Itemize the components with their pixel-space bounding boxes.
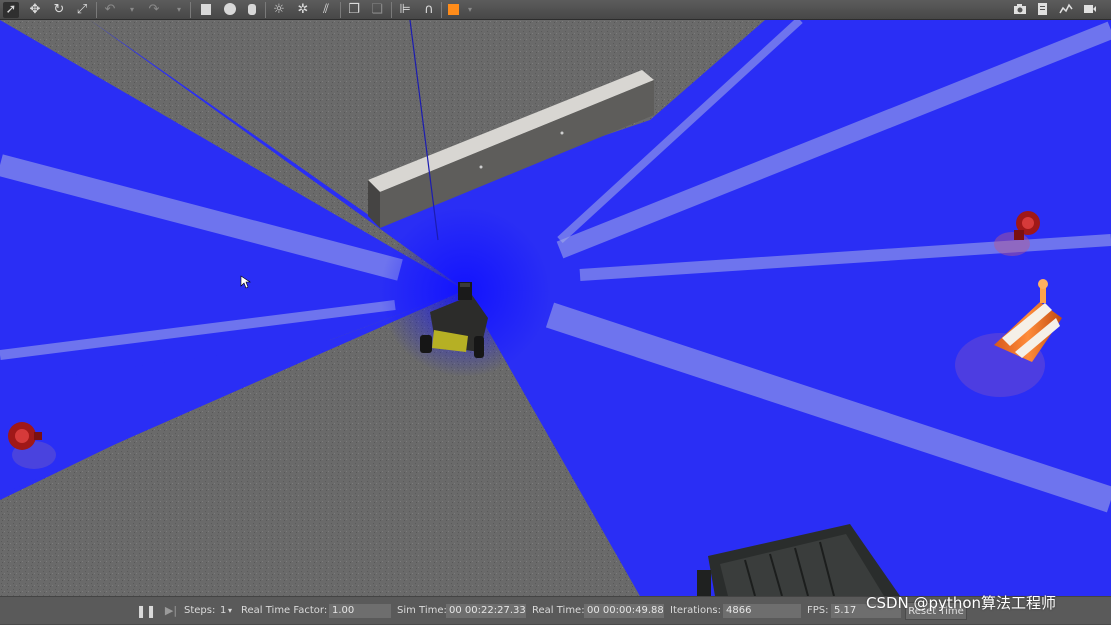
iterations-value: 4866 (723, 604, 801, 618)
snap-icon[interactable]: ∩ (421, 2, 437, 18)
translate-icon[interactable]: ✥ (27, 2, 43, 18)
record-video-icon[interactable] (1082, 2, 1098, 18)
scene-viewport[interactable] (0, 20, 1111, 596)
scale-icon[interactable]: ⤢ (74, 2, 90, 18)
box-shape-icon[interactable] (198, 2, 214, 18)
steps-dropdown-icon[interactable]: ▾ (228, 597, 232, 625)
directional-light-icon[interactable]: ⫽ (318, 2, 334, 18)
steps-value[interactable]: 1 (220, 597, 226, 625)
select-arrow-icon[interactable]: ➚ (3, 2, 19, 18)
view-angle-icon[interactable] (446, 2, 462, 18)
redo-dropdown-icon[interactable]: ▾ (171, 2, 187, 18)
spot-light-icon[interactable]: ✲ (295, 2, 311, 18)
steps-label: Steps: (184, 605, 216, 616)
pause-icon[interactable]: ❚❚ (136, 597, 156, 625)
iterations-label: Iterations: (670, 605, 721, 616)
toolbar: ➚ ✥ ↻ ⤢ ↶ ▾ ↷ ▾ ☼ ✲ ⫽ ❐ ❏ ⊫ ∩ ▾ (0, 0, 1111, 20)
log-icon[interactable] (1035, 2, 1051, 18)
scene-render (0, 20, 1111, 596)
toolbar-separator (340, 2, 341, 18)
undo-dropdown-icon[interactable]: ▾ (124, 2, 140, 18)
rotate-icon[interactable]: ↻ (51, 2, 67, 18)
view-angle-dropdown-icon[interactable]: ▾ (462, 2, 478, 18)
undo-icon[interactable]: ↶ (102, 2, 118, 18)
step-icon[interactable]: ▶| (164, 597, 178, 625)
toolbar-separator (190, 2, 191, 18)
watermark: CSDN @python算法工程师 (866, 594, 1057, 612)
cylinder-shape-icon[interactable] (244, 2, 260, 18)
redo-icon[interactable]: ↷ (146, 2, 162, 18)
real-time-label: Real Time: (532, 605, 585, 616)
toolbar-separator (265, 2, 266, 18)
fps-label: FPS: (807, 605, 829, 616)
toolbar-separator (441, 2, 442, 18)
toolbar-separator (391, 2, 392, 18)
screenshot-camera-icon[interactable] (1012, 2, 1028, 18)
point-light-icon[interactable]: ☼ (271, 2, 287, 18)
sim-time-label: Sim Time: (397, 605, 447, 616)
sphere-shape-icon[interactable] (222, 2, 238, 18)
real-time-factor-label: Real Time Factor: (241, 605, 328, 616)
real-time-factor-value: 1.00 (329, 604, 391, 618)
paste-icon[interactable]: ❏ (369, 2, 385, 18)
plot-icon[interactable] (1058, 2, 1074, 18)
align-icon[interactable]: ⊫ (397, 2, 413, 18)
real-time-value: 00 00:00:49.889 (584, 604, 664, 618)
sim-time-value: 00 00:22:27.330 (446, 604, 526, 618)
toolbar-separator (96, 2, 97, 18)
copy-icon[interactable]: ❐ (346, 2, 362, 18)
